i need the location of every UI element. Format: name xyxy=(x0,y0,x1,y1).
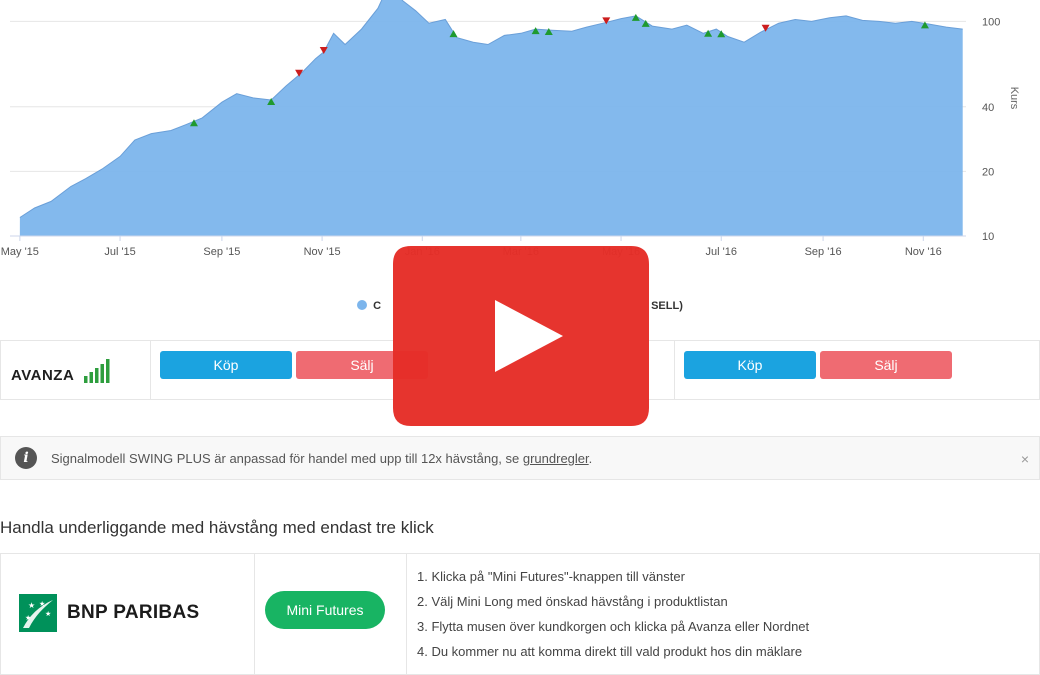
step-item: 1. Klicka på "Mini Futures"-knappen till… xyxy=(417,569,685,584)
x-tick-label: Sep '16 xyxy=(805,246,842,258)
price-area xyxy=(19,0,963,236)
info-icon: i xyxy=(15,447,37,469)
svg-text:★: ★ xyxy=(45,610,51,618)
avanza-buy-button[interactable]: Köp xyxy=(160,351,292,379)
y-tick-label: 10 xyxy=(982,231,994,243)
y-tick-label: 40 xyxy=(982,102,994,114)
svg-text:★: ★ xyxy=(25,614,31,622)
svg-text:★: ★ xyxy=(39,600,45,608)
step-item: 4. Du kommer nu att komma direkt till va… xyxy=(417,644,803,659)
nordnet-buy-button[interactable]: Köp xyxy=(684,351,816,379)
legend-label-suffix: SELL) xyxy=(651,300,683,312)
x-tick-label: Jul '16 xyxy=(706,246,737,258)
nordnet-sell-button[interactable]: Sälj xyxy=(820,351,952,379)
info-suffix: . xyxy=(588,451,593,466)
section-heading: Handla underliggande med hävstång med en… xyxy=(0,518,434,537)
y-tick-label: 20 xyxy=(982,166,994,178)
steps-list: 1. Klicka på "Mini Futures"-knappen till… xyxy=(417,568,809,668)
avanza-cell: AVANZA xyxy=(1,341,151,399)
info-message: Signalmodell SWING PLUS är anpassad för … xyxy=(51,451,523,466)
info-bar: i Signalmodell SWING PLUS är anpassad fö… xyxy=(0,436,1040,480)
rules-link[interactable]: grundregler xyxy=(523,451,589,466)
x-tick-label: May '15 xyxy=(1,246,39,258)
avanza-bars-icon xyxy=(84,359,110,383)
nordnet-actions-cell: Köp Sälj xyxy=(675,341,1039,399)
x-tick-label: Sep '15 xyxy=(203,246,240,258)
legend-label-prefix: C xyxy=(373,300,382,312)
bnp-cell: ★ ★ ★ ★ BNP PARIBAS xyxy=(1,554,255,674)
avanza-logo[interactable]: AVANZA xyxy=(11,351,111,391)
x-tick-label: Nov '15 xyxy=(304,246,341,258)
step-item: 2. Välj Mini Long med önskad hävstång i … xyxy=(417,594,728,609)
bnp-logo-text: BNP PARIBAS xyxy=(67,602,200,623)
leverage-row: ★ ★ ★ ★ BNP PARIBAS Mini Futures 1. Klic… xyxy=(0,553,1040,675)
steps-cell: 1. Klicka på "Mini Futures"-knappen till… xyxy=(407,554,1039,674)
y-tick-label: 100 xyxy=(982,16,1000,28)
close-icon[interactable]: × xyxy=(1021,451,1029,467)
avanza-logo-text: AVANZA xyxy=(11,367,75,384)
legend-dot xyxy=(357,300,368,310)
x-tick-label: Jul '15 xyxy=(104,246,135,258)
page: May '15Jul '15Sep '15Nov '15Jan '16Mar '… xyxy=(0,0,1040,675)
step-item: 3. Flytta musen över kundkorgen och klic… xyxy=(417,619,810,634)
mini-futures-cell: Mini Futures xyxy=(255,554,407,674)
x-tick-label: Nov '16 xyxy=(905,246,942,258)
video-play-button[interactable] xyxy=(393,246,649,426)
bnp-stars-icon: ★ ★ ★ ★ xyxy=(19,594,57,632)
mini-futures-button[interactable]: Mini Futures xyxy=(265,591,385,629)
svg-text:★: ★ xyxy=(28,601,35,610)
y-axis-title: Kurs xyxy=(1008,87,1020,110)
info-text: Signalmodell SWING PLUS är anpassad för … xyxy=(51,451,592,466)
